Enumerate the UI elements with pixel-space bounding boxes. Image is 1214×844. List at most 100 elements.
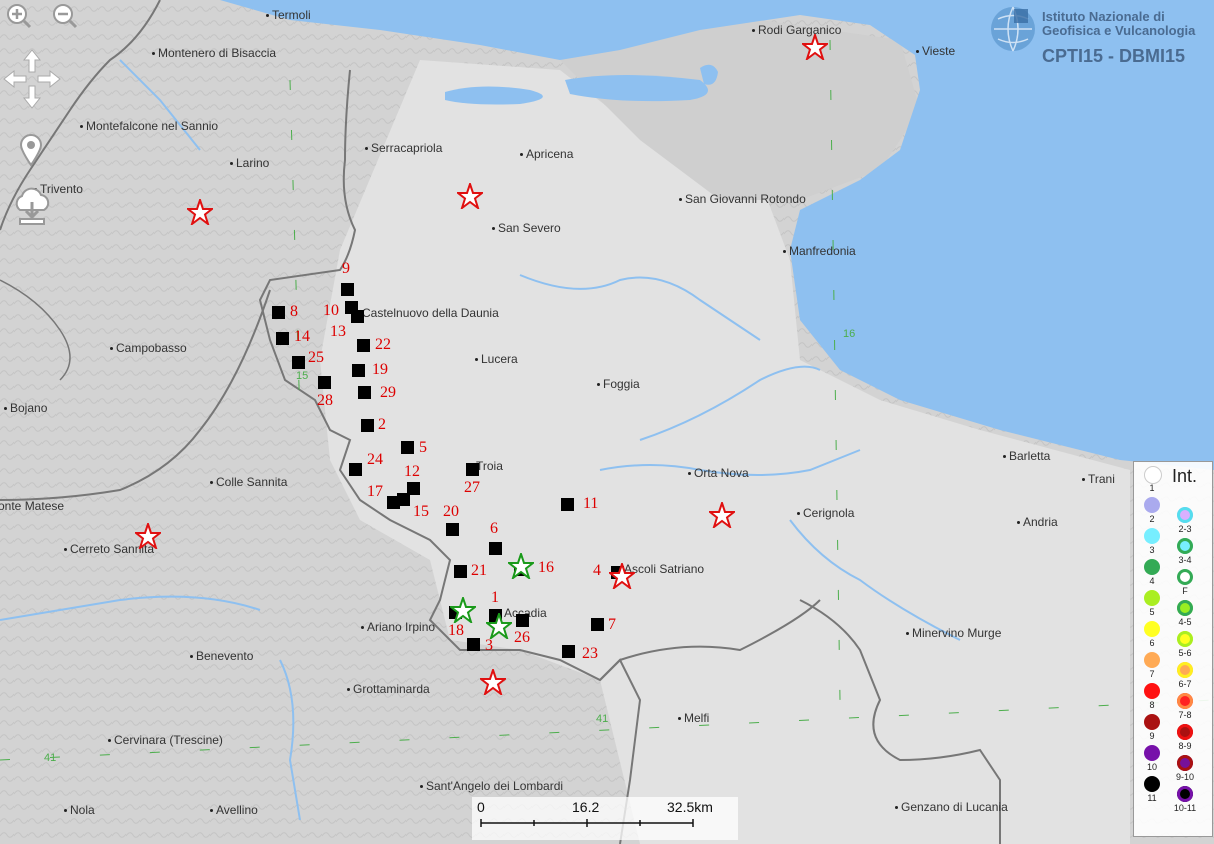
- intensity-point[interactable]: [397, 493, 410, 506]
- legend-swatch: [1144, 559, 1160, 575]
- cloud-download-icon[interactable]: [12, 186, 52, 228]
- intensity-point[interactable]: [562, 645, 575, 658]
- epicenter-star-icon[interactable]: [508, 553, 534, 579]
- legend-swatch: [1144, 745, 1160, 761]
- scale-ruler: [480, 819, 694, 827]
- legend-label: 7-8: [1178, 710, 1192, 720]
- place-label: Minervino Murge: [906, 626, 1001, 640]
- place-label: Grottaminarda: [347, 682, 430, 696]
- epicenter-star-icon[interactable]: [135, 523, 161, 549]
- point-label: 12: [404, 463, 420, 480]
- point-label: 28: [317, 392, 333, 409]
- intensity-point[interactable]: [446, 523, 459, 536]
- place-label: Larino: [230, 156, 269, 170]
- point-label: 25: [308, 349, 324, 366]
- legend-label: 1: [1149, 483, 1155, 493]
- legend-swatch: [1144, 776, 1160, 792]
- zoom-out-icon[interactable]: [52, 3, 78, 29]
- point-label: 6: [490, 520, 498, 537]
- epicenter-star-icon[interactable]: [187, 199, 213, 225]
- intensity-point[interactable]: [276, 332, 289, 345]
- place-label: Colle Sannita: [210, 475, 287, 489]
- point-label: 9: [342, 260, 350, 277]
- grid-label: 15: [296, 370, 309, 382]
- scale-label-0: 0: [477, 799, 485, 815]
- legend-label: 3-4: [1178, 555, 1192, 565]
- legend-swatch: [1144, 621, 1160, 637]
- location-pin-icon[interactable]: [18, 133, 44, 167]
- legend-swatch: [1177, 662, 1193, 678]
- institute-name: Istituto Nazionale di Geofisica e Vulcano…: [1042, 9, 1196, 38]
- intensity-point[interactable]: [467, 638, 480, 651]
- intensity-point[interactable]: [358, 386, 371, 399]
- legend-swatch: [1144, 683, 1160, 699]
- point-label: 3: [485, 637, 493, 654]
- place-label: Genzano di Lucania: [895, 800, 1008, 814]
- legend-label: 5-6: [1178, 648, 1192, 658]
- intensity-point[interactable]: [292, 356, 305, 369]
- intensity-point[interactable]: [401, 441, 414, 454]
- intensity-point[interactable]: [352, 364, 365, 377]
- legend-swatch: [1144, 528, 1160, 544]
- epicenter-star-icon[interactable]: [457, 183, 483, 209]
- point-label: 2: [378, 416, 386, 433]
- point-label: 16: [538, 559, 554, 576]
- legend-label: 10: [1146, 762, 1157, 772]
- intensity-point[interactable]: [489, 542, 502, 555]
- epicenter-star-icon[interactable]: [709, 502, 735, 528]
- place-label: Trani: [1082, 472, 1115, 486]
- scale-label-max: 32.5km: [667, 799, 713, 815]
- intensity-point[interactable]: [351, 310, 364, 323]
- intensity-point[interactable]: [318, 376, 331, 389]
- place-label: Barletta: [1003, 449, 1050, 463]
- epicenter-star-icon[interactable]: [802, 34, 828, 60]
- point-label: 15: [413, 503, 429, 520]
- intensity-point[interactable]: [561, 498, 574, 511]
- legend-swatch: [1177, 600, 1193, 616]
- legend-label: 6-7: [1178, 679, 1192, 689]
- point-label: 10: [323, 302, 339, 319]
- grid-label: 41: [44, 752, 57, 764]
- epicenter-star-icon[interactable]: [480, 669, 506, 695]
- place-label: onte Matese: [0, 499, 65, 513]
- point-label: 1: [491, 589, 499, 606]
- place-label: San Giovanni Rotondo: [679, 192, 806, 206]
- intensity-point[interactable]: [466, 463, 479, 476]
- map-canvas[interactable]: 16 15 41 41 Termoli Rodi Garganico Viest…: [0, 0, 1214, 844]
- point-label: 19: [372, 361, 388, 378]
- intensity-point[interactable]: [516, 614, 529, 627]
- epicenter-star-icon[interactable]: [486, 613, 512, 639]
- point-label: 13: [330, 323, 346, 340]
- legend-swatch: [1177, 693, 1193, 709]
- place-label: Serracapriola: [365, 141, 442, 155]
- point-label: 8: [290, 303, 298, 320]
- intensity-point[interactable]: [361, 419, 374, 432]
- legend-label: 5: [1149, 607, 1155, 617]
- point-label: 23: [582, 645, 598, 662]
- place-label: Castelnuovo della Daunia: [356, 306, 499, 320]
- intensity-point[interactable]: [272, 306, 285, 319]
- intensity-point[interactable]: [357, 339, 370, 352]
- legend-swatch: [1177, 538, 1193, 554]
- intensity-point[interactable]: [341, 283, 354, 296]
- place-label: Sant'Angelo dei Lombardi: [420, 779, 563, 793]
- zoom-in-icon[interactable]: [6, 3, 32, 29]
- intensity-point[interactable]: [454, 565, 467, 578]
- point-label: 7: [608, 616, 616, 633]
- pan-arrows-icon[interactable]: [2, 48, 62, 110]
- legend-swatch: [1144, 714, 1160, 730]
- legend-swatch: [1177, 755, 1193, 771]
- institute-logo: Istituto Nazionale di Geofisica e Vulcano…: [988, 4, 1212, 68]
- place-label: San Severo: [492, 221, 561, 235]
- place-label: Cervinara (Trescine): [108, 733, 223, 747]
- legend-swatch: [1144, 466, 1162, 484]
- epicenter-star-icon[interactable]: [450, 597, 476, 623]
- legend-label: 6: [1149, 638, 1155, 648]
- point-label: 14: [294, 328, 310, 345]
- intensity-point[interactable]: [591, 618, 604, 631]
- point-label: 24: [367, 451, 383, 468]
- epicenter-star-icon[interactable]: [609, 563, 635, 589]
- intensity-point[interactable]: [349, 463, 362, 476]
- legend-label: 11: [1147, 793, 1157, 803]
- legend-title: Int.: [1172, 466, 1198, 486]
